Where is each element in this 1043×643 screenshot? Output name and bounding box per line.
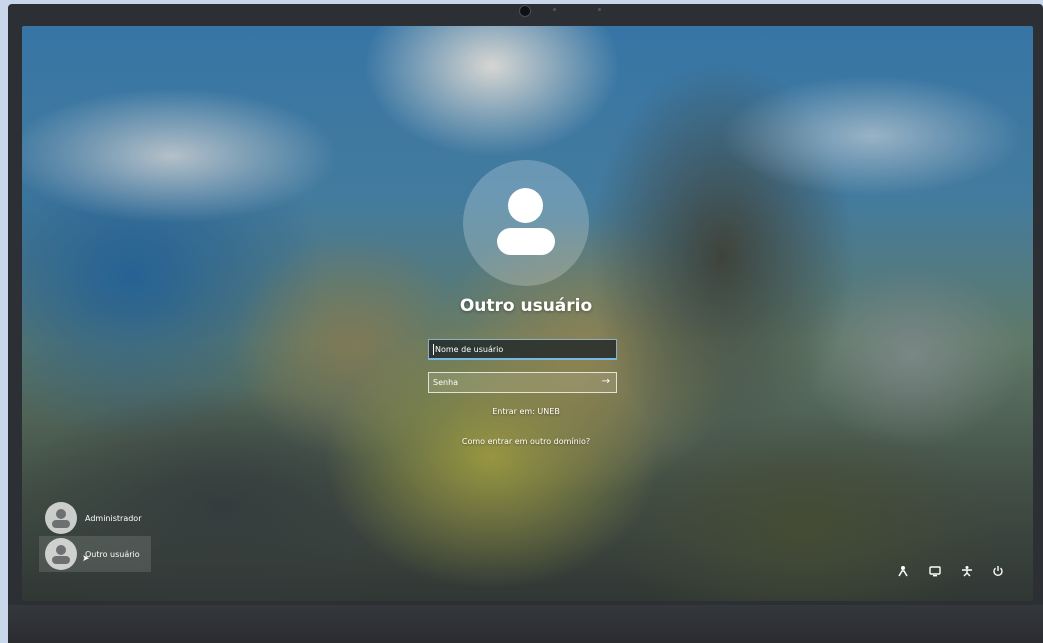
network-icon[interactable] (928, 564, 942, 578)
text-caret (433, 343, 434, 355)
power-icon[interactable] (991, 564, 1005, 578)
avatar-body (497, 228, 555, 255)
account-outro-usuario[interactable]: Outro usuário (39, 536, 151, 572)
ease-of-access-icon[interactable] (960, 564, 974, 578)
mouse-cursor-icon: ➤ (82, 554, 90, 564)
lock-screen: Outro usuário Nome de usuário Senha → En… (22, 26, 1033, 601)
sign-in-domain: Entrar em: UNEB (492, 407, 560, 416)
username-input[interactable]: Nome de usuário (428, 339, 617, 360)
account-name: Administrador (85, 513, 142, 523)
account-avatar-icon (45, 538, 77, 570)
other-domain-link[interactable]: Como entrar em outro domínio? (402, 437, 650, 446)
username-placeholder: Nome de usuário (435, 344, 504, 354)
camera-indicator (553, 8, 556, 11)
submit-arrow-icon[interactable]: → (602, 376, 610, 387)
account-administrador[interactable]: Administrador (39, 500, 151, 536)
user-name-title: Outro usuário (459, 296, 593, 316)
webcam (519, 5, 531, 17)
user-avatar-large (463, 160, 589, 286)
account-name: Outro usuário (85, 549, 140, 559)
camera-sensor (598, 8, 601, 11)
account-avatar-icon (45, 502, 77, 534)
accessibility-icon[interactable] (896, 564, 910, 578)
avatar-head (508, 188, 543, 223)
password-placeholder: Senha (433, 378, 459, 387)
laptop-bottom-edge (8, 605, 1043, 643)
password-input[interactable]: Senha → (428, 372, 617, 393)
